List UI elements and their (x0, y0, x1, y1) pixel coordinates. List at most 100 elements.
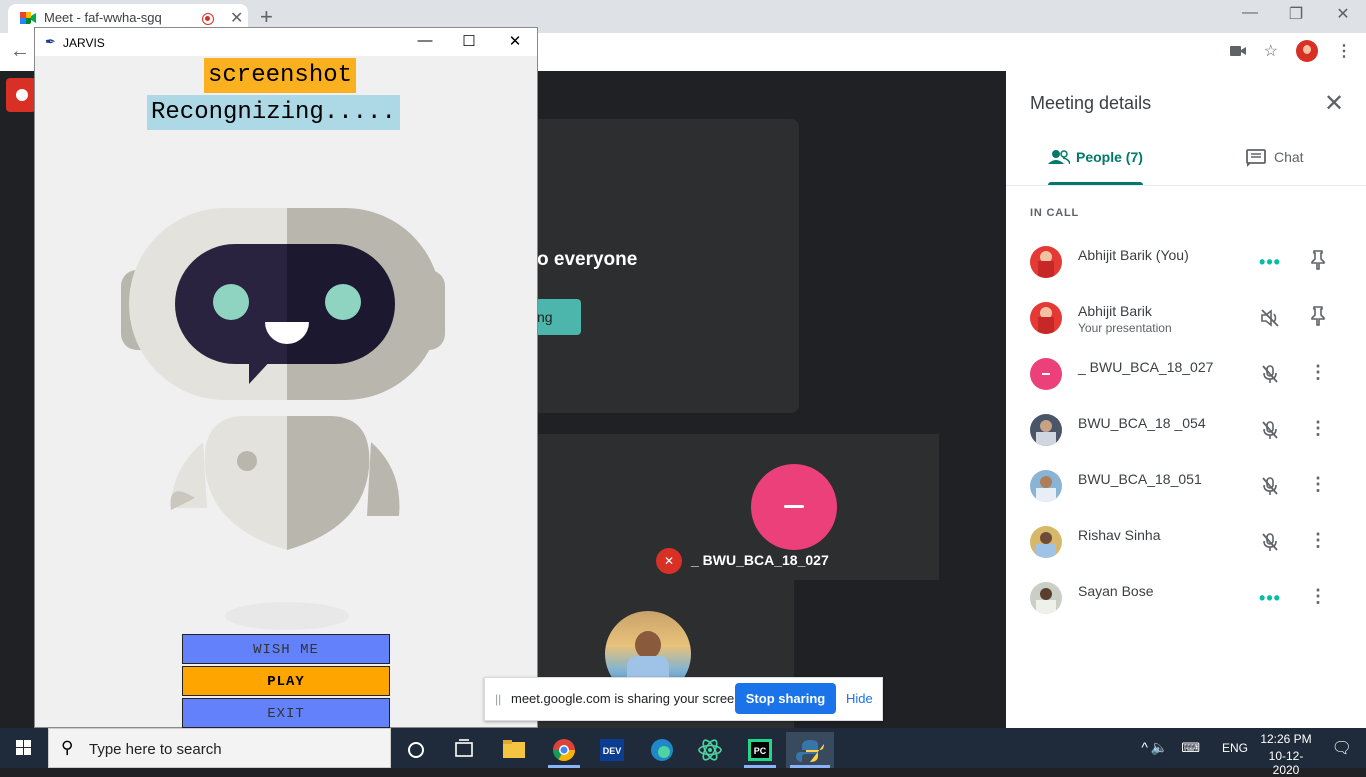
participant-row: Abhijit Barik (You) ••• (1030, 242, 1350, 282)
volume-icon[interactable]: 🔈 (1151, 739, 1168, 756)
close-window-button[interactable]: ✕ (1320, 4, 1366, 24)
record-icon[interactable] (6, 78, 36, 112)
close-icon[interactable]: ✕ (1324, 89, 1344, 118)
search-placeholder: Type here to search (89, 741, 222, 758)
file-explorer-icon[interactable] (490, 732, 538, 768)
clock-date[interactable]: 10-12-2020 (1256, 749, 1316, 777)
hide-button[interactable]: Hide (846, 691, 873, 706)
avatar (1030, 414, 1062, 446)
svg-text:DEV: DEV (603, 746, 622, 756)
start-button[interactable] (0, 728, 48, 768)
panel-title: Meeting details (1030, 93, 1152, 113)
camera-icon[interactable] (1229, 45, 1246, 57)
atom-icon[interactable] (686, 732, 734, 768)
tab-chat-label: Chat (1274, 149, 1304, 165)
cortana-button[interactable] (392, 732, 440, 768)
jarvis-close-button[interactable]: ✕ (495, 32, 535, 50)
tile-name: _ BWU_BCA_18_027 (691, 552, 829, 568)
pin-icon[interactable] (1306, 306, 1330, 330)
tab-people-label: People (7) (1076, 149, 1143, 165)
wish-me-button[interactable]: WISH ME (182, 634, 390, 664)
task-view-button[interactable] (440, 732, 488, 768)
mic-off-icon: ✕ (656, 548, 682, 574)
participant-subtitle: Your presentation (1078, 321, 1172, 335)
pin-icon[interactable] (1306, 250, 1330, 274)
python-icon[interactable] (786, 732, 834, 768)
jarvis-window: ✒ JARVIS — ☐ ✕ screenshot Recongnizing..… (34, 27, 538, 728)
status-label: Recongnizing..... (147, 95, 400, 130)
edge-icon[interactable] (638, 732, 686, 768)
back-icon[interactable]: ← (10, 40, 30, 63)
profile-avatar[interactable] (1296, 40, 1318, 62)
pycharm-icon[interactable]: PC (736, 732, 784, 768)
participant-row: BWU_BCA_18 _054 ⋮ (1030, 410, 1350, 450)
participant-tile: ✕ _ BWU_BCA_18_027 (537, 434, 939, 580)
taskbar: ⚲ Type here to search DEV PC ^ 🔈 ⌨ ENG 1… (0, 728, 1366, 777)
participant-name: Abhijit Barik (1078, 303, 1152, 319)
jarvis-minimize-button[interactable]: — (405, 32, 445, 49)
participant-row: Sayan Bose ••• ⋮ (1030, 578, 1350, 618)
avatar (1030, 582, 1062, 614)
svg-text:PC: PC (754, 746, 767, 756)
divider (1006, 185, 1366, 186)
language-indicator[interactable]: ENG (1222, 741, 1248, 755)
tab-chat[interactable]: Chat (1246, 149, 1304, 167)
mic-off-icon (1258, 532, 1282, 552)
chevron-up-icon[interactable]: ^ (1141, 739, 1148, 755)
restore-button[interactable]: ❐ (1273, 4, 1319, 24)
keyboard-icon[interactable]: ⌨ (1181, 740, 1200, 756)
taskbar-search[interactable]: ⚲ Type here to search (48, 728, 391, 768)
card-text: o everyone (537, 249, 638, 270)
avatar (1030, 470, 1062, 502)
more-options-icon[interactable]: ⋮ (1306, 586, 1330, 610)
menu-dots-icon[interactable]: ⋮ (1336, 41, 1352, 61)
meet-logo-icon (20, 12, 36, 24)
participant-row: BWU_BCA_18_051 ⋮ (1030, 466, 1350, 506)
tab-title: Meet - faf-wwha-sgq (44, 10, 162, 25)
participant-row: Rishav Sinha ⋮ (1030, 522, 1350, 562)
participant-name: _ BWU_BCA_18_027 (1078, 359, 1214, 375)
drag-handle-icon[interactable]: || (495, 692, 501, 706)
robot-illustration (121, 208, 445, 630)
windows-logo-icon (16, 740, 31, 755)
participant-name: Sayan Bose (1078, 583, 1154, 599)
chrome-icon[interactable] (540, 732, 588, 768)
in-call-heading: IN CALL (1030, 207, 1079, 219)
jarvis-maximize-button[interactable]: ☐ (449, 32, 489, 50)
dev-icon[interactable]: DEV (588, 732, 636, 768)
participant-name: Abhijit Barik (You) (1078, 247, 1189, 263)
search-icon: ⚲ (61, 738, 74, 757)
avatar (1030, 302, 1062, 334)
more-options-icon[interactable]: ⋮ (1306, 474, 1330, 498)
participant-name: Rishav Sinha (1078, 527, 1161, 543)
share-text: meet.google.com is sharing your screen. (511, 691, 746, 706)
participant-name: BWU_BCA_18_051 (1078, 471, 1202, 487)
minimize-button[interactable]: — (1227, 4, 1273, 22)
mic-off-icon (1258, 476, 1282, 496)
audio-level-icon: ••• (1259, 588, 1281, 608)
tab-people[interactable]: People (7) (1048, 149, 1143, 185)
tab-close-icon[interactable]: ✕ (230, 8, 243, 28)
feather-icon: ✒ (45, 34, 56, 49)
participant-row: Abhijit Barik Your presentation (1030, 298, 1350, 338)
jarvis-titlebar: ✒ JARVIS — ☐ ✕ (35, 28, 537, 56)
card-action-button[interactable]: ng (537, 299, 581, 335)
jarvis-title: JARVIS (63, 36, 105, 50)
exit-button[interactable]: EXIT (182, 698, 390, 728)
play-button[interactable]: PLAY (182, 666, 390, 696)
clock-time[interactable]: 12:26 PM (1256, 732, 1316, 746)
mic-off-icon (1258, 364, 1282, 384)
mic-off-icon (1258, 420, 1282, 440)
stop-sharing-button[interactable]: Stop sharing (735, 683, 836, 714)
notification-icon[interactable]: 🗨 (1332, 738, 1352, 758)
more-options-icon[interactable]: ⋮ (1306, 362, 1330, 386)
bookmark-star-icon[interactable]: ☆ (1264, 41, 1278, 61)
volume-off-icon (1258, 308, 1282, 328)
participant-row: _ BWU_BCA_18_027 ⋮ (1030, 354, 1350, 394)
avatar (1030, 358, 1062, 390)
avatar (1030, 526, 1062, 558)
participant-avatar (751, 464, 837, 550)
people-icon (1048, 150, 1070, 165)
more-options-icon[interactable]: ⋮ (1306, 418, 1330, 442)
more-options-icon[interactable]: ⋮ (1306, 530, 1330, 554)
